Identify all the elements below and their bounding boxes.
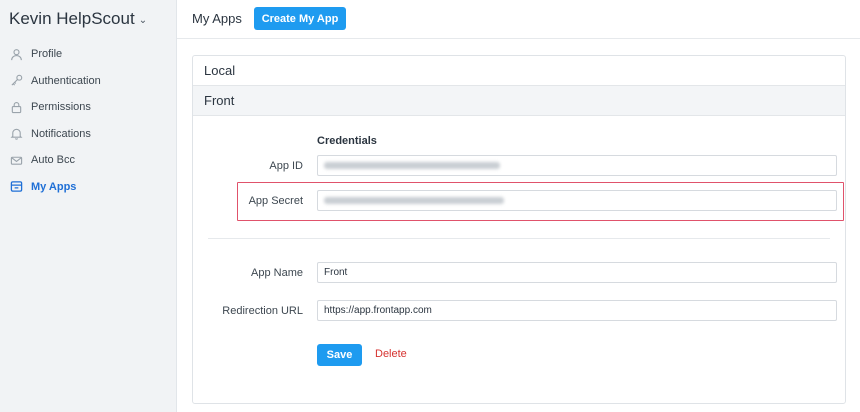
- redirection-url-label: Redirection URL: [222, 305, 303, 317]
- app-id-label: App ID: [269, 160, 303, 172]
- page-title: My Apps: [192, 11, 242, 26]
- person-icon: [9, 47, 23, 61]
- sidebar-item-label: Authentication: [31, 74, 101, 87]
- sidebar-item-label: Permissions: [31, 101, 91, 114]
- sidebar-item-permissions[interactable]: Permissions: [0, 94, 176, 121]
- redirection-url-field[interactable]: https://app.frontapp.com: [317, 300, 837, 321]
- app-row-front[interactable]: Front: [193, 86, 845, 116]
- chevron-down-icon: ⌄: [138, 14, 148, 26]
- redacted-value: [324, 197, 504, 204]
- apps-panel: Local Front Credentials App ID App Secre…: [192, 55, 846, 404]
- sidebar: Kevin HelpScout ⌄ Profile Authentication…: [0, 0, 177, 412]
- app-name-label: App Name: [251, 267, 303, 279]
- apps-icon: [9, 180, 23, 194]
- divider: [208, 238, 830, 239]
- app-name-field[interactable]: Front: [317, 262, 837, 283]
- app-name-label: Front: [204, 93, 235, 108]
- app-name-label: Local: [204, 63, 236, 78]
- redacted-value: [324, 162, 500, 169]
- sidebar-item-my-apps[interactable]: My Apps: [0, 174, 176, 201]
- page-header: My Apps Create My App: [177, 0, 860, 39]
- sidebar-item-label: Auto Bcc: [31, 154, 76, 167]
- account-name: Kevin HelpScout: [9, 9, 135, 28]
- bell-icon: [9, 127, 23, 141]
- app-secret-field[interactable]: [317, 190, 837, 211]
- save-button[interactable]: Save: [317, 344, 362, 366]
- app-id-field[interactable]: [317, 155, 837, 176]
- settings-nav: Profile Authentication Permissions Notif…: [0, 41, 176, 200]
- sidebar-item-label: Notifications: [31, 127, 91, 140]
- sidebar-item-profile[interactable]: Profile: [0, 41, 176, 68]
- credentials-heading: Credentials: [317, 135, 377, 147]
- delete-link[interactable]: Delete: [375, 348, 407, 360]
- sidebar-item-label: My Apps: [31, 180, 77, 193]
- sidebar-item-notifications[interactable]: Notifications: [0, 121, 176, 148]
- app-secret-label: App Secret: [248, 195, 303, 207]
- sidebar-item-label: Profile: [31, 48, 63, 61]
- app-row-local[interactable]: Local: [193, 56, 845, 86]
- key-icon: [9, 74, 23, 88]
- envelope-icon: [9, 153, 23, 167]
- lock-icon: [9, 100, 23, 114]
- sidebar-item-authentication[interactable]: Authentication: [0, 68, 176, 95]
- account-switcher[interactable]: Kevin HelpScout ⌄: [9, 9, 147, 29]
- sidebar-item-auto-bcc[interactable]: Auto Bcc: [0, 147, 176, 174]
- create-my-app-button[interactable]: Create My App: [254, 7, 346, 30]
